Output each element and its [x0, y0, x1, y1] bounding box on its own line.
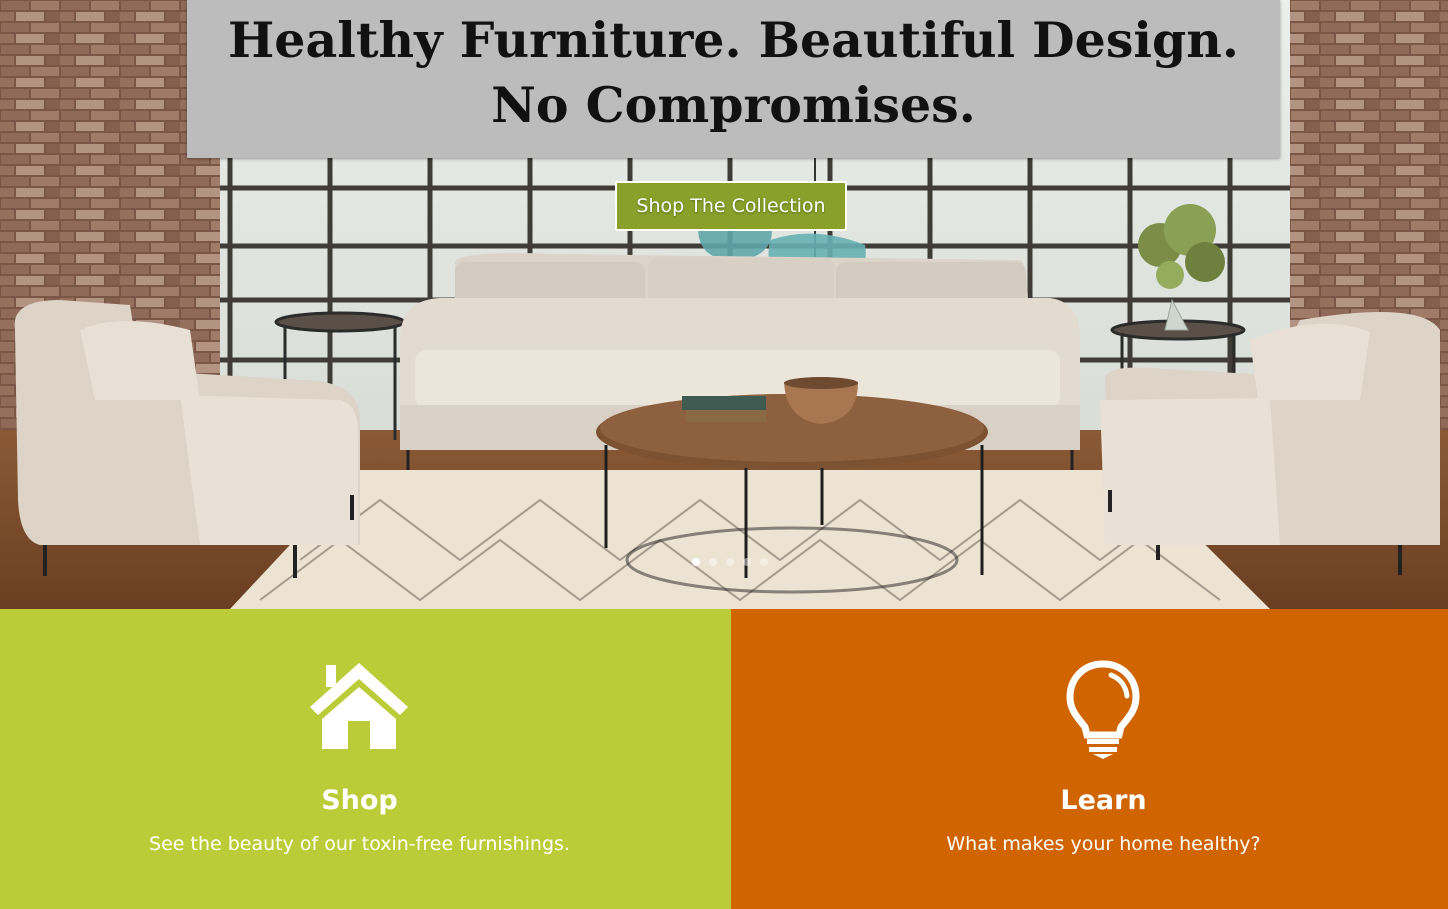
lightbulb-icon	[1066, 660, 1140, 759]
slider-dot-3[interactable]	[726, 558, 734, 566]
home-icon	[310, 663, 408, 749]
slider-pagination	[692, 558, 768, 566]
hero-banner: Healthy Furniture. Beautiful Design. No …	[0, 0, 1448, 609]
learn-title: Learn	[1060, 785, 1147, 816]
shop-title: Shop	[321, 785, 398, 816]
hero-headline-line1: Healthy Furniture. Beautiful Design.	[227, 11, 1239, 69]
slider-dot-2[interactable]	[709, 558, 717, 566]
hero-headline-line2: No Compromises.	[491, 76, 976, 134]
slider-dot-4[interactable]	[743, 558, 751, 566]
slider-dot-1[interactable]	[692, 558, 700, 566]
learn-description: What makes your home healthy?	[946, 833, 1261, 855]
learn-panel[interactable]: Learn What makes your home healthy?	[731, 609, 1448, 909]
headline-box: Healthy Furniture. Beautiful Design. No …	[187, 0, 1280, 158]
shop-description: See the beauty of our toxin-free furnish…	[149, 833, 570, 855]
shop-collection-button[interactable]: Shop The Collection	[615, 181, 847, 231]
shop-panel[interactable]: Shop See the beauty of our toxin-free fu…	[0, 609, 731, 909]
slider-dot-5[interactable]	[760, 558, 768, 566]
